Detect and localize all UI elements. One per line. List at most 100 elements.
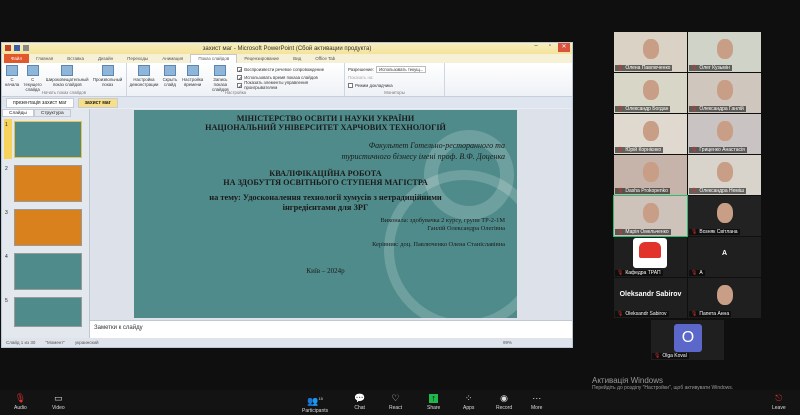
tab-slideshow[interactable]: Показ слайдов — [190, 54, 238, 63]
tab-outline[interactable]: Структура — [33, 109, 71, 117]
maximize-button[interactable]: ▫ — [544, 43, 556, 52]
participant-video — [642, 203, 659, 223]
participant-video — [716, 162, 733, 182]
participant-tile[interactable]: 🎙 Олександр Богдан — [614, 73, 687, 113]
doc-tab[interactable]: презентація захист маг — [6, 97, 74, 108]
participant-tile[interactable]: 🎙 Dasha Prokopenko — [614, 155, 687, 195]
muted-mic-icon: 🎙 — [617, 311, 624, 317]
window-title: захист маг - Microsoft PowerPoint (Сбой … — [202, 45, 372, 52]
participant-video — [716, 203, 733, 223]
muted-mic-icon: 🎙 — [691, 229, 698, 235]
muted-mic-icon: 🎙 — [691, 147, 698, 153]
group-label: Настройка — [224, 90, 247, 95]
react-button[interactable]: ♡ React — [389, 394, 402, 412]
resolution-select[interactable]: Разрешение: Использовать текущ... — [348, 65, 441, 73]
chat-button[interactable]: 💬 Chat — [354, 394, 365, 412]
participant-tile[interactable]: Oleksandr Sabirov 🎙 Oleksandr Sabirov — [614, 278, 687, 318]
slide-supervisor: Керівник: доц. Павлюченко Олена Станісла… — [372, 241, 505, 248]
group-start-slideshow: С начала С текущего слайда Широковещател… — [2, 63, 127, 96]
participant-tile[interactable]: 🎙 Гриценко Анастасія — [688, 114, 761, 154]
quick-access-toolbar[interactable] — [5, 45, 29, 51]
participant-name: 🎙 Олександра Ганлій — [689, 106, 746, 112]
tab-insert[interactable]: Вставка — [60, 56, 91, 61]
participant-video — [642, 162, 659, 182]
apps-button[interactable]: ⁘ Apps — [463, 394, 474, 412]
participant-name: 🎙 Гриценко Анастасія — [689, 147, 747, 153]
zoom-level[interactable]: 99% — [503, 340, 512, 345]
current-slide[interactable]: МІНІСТЕРСТВО ОСВІТИ І НАУКИ УКРАЇНИ НАЦІ… — [134, 110, 517, 318]
notes-field[interactable]: Заметки к слайду — [90, 320, 572, 338]
share-button[interactable]: ↑ Share — [427, 393, 440, 412]
participant-tile[interactable]: 🎙 Олег Кузьмін — [688, 32, 761, 72]
muted-mic-icon: 🎙 — [691, 311, 698, 317]
record-button[interactable]: ◉ Record — [496, 394, 512, 412]
participant-tile[interactable]: 🎙 Юрій Корнієнко — [614, 114, 687, 154]
muted-mic-icon: 🎙 — [617, 270, 624, 276]
tab-file[interactable]: Файл — [4, 54, 30, 63]
tab-review[interactable]: Рецензирование — [237, 56, 286, 61]
muted-mic-icon: 🎙 — [654, 353, 661, 359]
participant-tile[interactable]: 🎙 Олена Павлюченко — [614, 32, 687, 72]
tab-slides[interactable]: Слайды — [2, 109, 34, 117]
leave-button[interactable]: ⎋ Leave — [772, 393, 786, 412]
slide-topic-1: на тему: Удосконалення технології хумусі… — [209, 193, 442, 202]
participant-name: 🎙 Возняк Світлана — [689, 229, 740, 235]
activation-title: Активація Windows — [592, 376, 664, 385]
play-narrations-checkbox[interactable]: ✓ Воспроизвести речевое сопровождение — [237, 65, 341, 73]
participant-name: 🎙 Олександра Неміш — [689, 188, 746, 194]
powerpoint-window: захист маг - Microsoft PowerPoint (Сбой … — [1, 42, 573, 348]
show-media-controls-checkbox[interactable]: ✓ Показать элементы управления проигрыват… — [237, 80, 341, 90]
slide-number: 4 — [5, 254, 8, 260]
slide-thumbnail[interactable] — [14, 209, 82, 246]
share-icon: ↑ — [429, 393, 438, 403]
minimize-button[interactable]: – — [530, 43, 542, 52]
presenter-view-checkbox[interactable]: Режим докладчика — [348, 81, 441, 89]
participant-tile[interactable]: 🎙 Папета Анна — [688, 278, 761, 318]
title-bar: захист маг - Microsoft PowerPoint (Сбой … — [2, 43, 572, 54]
participant-name: 🎙 Dasha Prokopenko — [615, 188, 670, 194]
theme-name: "Момент" — [45, 340, 65, 345]
slide-author-2: Ганлій Олександра Олегівна — [427, 225, 505, 232]
close-button[interactable]: ✕ — [558, 43, 570, 52]
video-button[interactable]: ▭ Video — [52, 394, 65, 412]
slide-thumbnail[interactable] — [14, 297, 82, 327]
doc-tab-active[interactable]: захист маг — [77, 97, 118, 108]
leave-icon: ⎋ — [775, 393, 783, 403]
participant-tile[interactable]: 🎙 Олександра Ганлій — [688, 73, 761, 113]
participant-tile[interactable]: 🎙 Кафедра ТРАП — [614, 237, 687, 277]
show-on-select[interactable]: Показать на: — [348, 73, 441, 81]
document-tabs: презентація захист маг захист маг — [2, 97, 572, 108]
tab-view[interactable]: Вид — [286, 56, 308, 61]
participant-gallery: 🎙 Олена Павлюченко 🎙 Олег Кузьмін 🎙 Олександр… — [613, 32, 762, 363]
tab-home[interactable]: Главная — [29, 56, 60, 61]
participant-tile[interactable]: 🎙 Возняк Світлана — [688, 196, 761, 236]
participant-tile[interactable]: 🎙 Марія Омельченко — [613, 195, 688, 237]
participant-video — [716, 285, 733, 305]
muted-mic-icon: 🎙 — [617, 147, 624, 153]
muted-mic-icon: 🎙 — [617, 188, 624, 194]
more-icon: ⋯ — [532, 393, 542, 403]
participant-video — [716, 80, 733, 100]
slide-number: 2 — [5, 166, 8, 172]
tab-design[interactable]: Дизайн — [91, 56, 120, 61]
slide-thumbnail[interactable] — [14, 165, 82, 202]
more-button[interactable]: ⋯ More — [531, 393, 542, 412]
slide-thumbnail[interactable] — [14, 121, 82, 158]
audio-button[interactable]: 🎙 Audio — [14, 394, 27, 412]
tab-transitions[interactable]: Переходы — [120, 56, 155, 61]
muted-mic-icon: 🎙 — [691, 270, 698, 276]
participant-tile[interactable]: O 🎙 Olga Koval — [651, 320, 724, 360]
participant-tile[interactable]: 🎙 Олександра Неміш — [688, 155, 761, 195]
participants-button[interactable]: 👥15 Participants — [302, 394, 328, 414]
tab-office-tab[interactable]: Office Tab — [308, 56, 342, 61]
tab-animations[interactable]: Анимация — [155, 56, 190, 61]
participant-name: 🎙 Олександр Богдан — [615, 106, 671, 112]
participant-video — [642, 121, 659, 141]
participant-name: 🎙 Олег Кузьмін — [689, 65, 732, 71]
slide-thumbnail[interactable] — [14, 253, 82, 290]
participant-tile[interactable]: A 🎙 A — [688, 237, 761, 277]
slide-number: 5 — [5, 298, 8, 304]
muted-mic-icon: 🎙 — [617, 106, 624, 112]
slide-author-1: Виконала: здобувачка 2 курсу, групи ТР-2… — [380, 217, 505, 224]
slide-number: 1 — [5, 122, 8, 128]
